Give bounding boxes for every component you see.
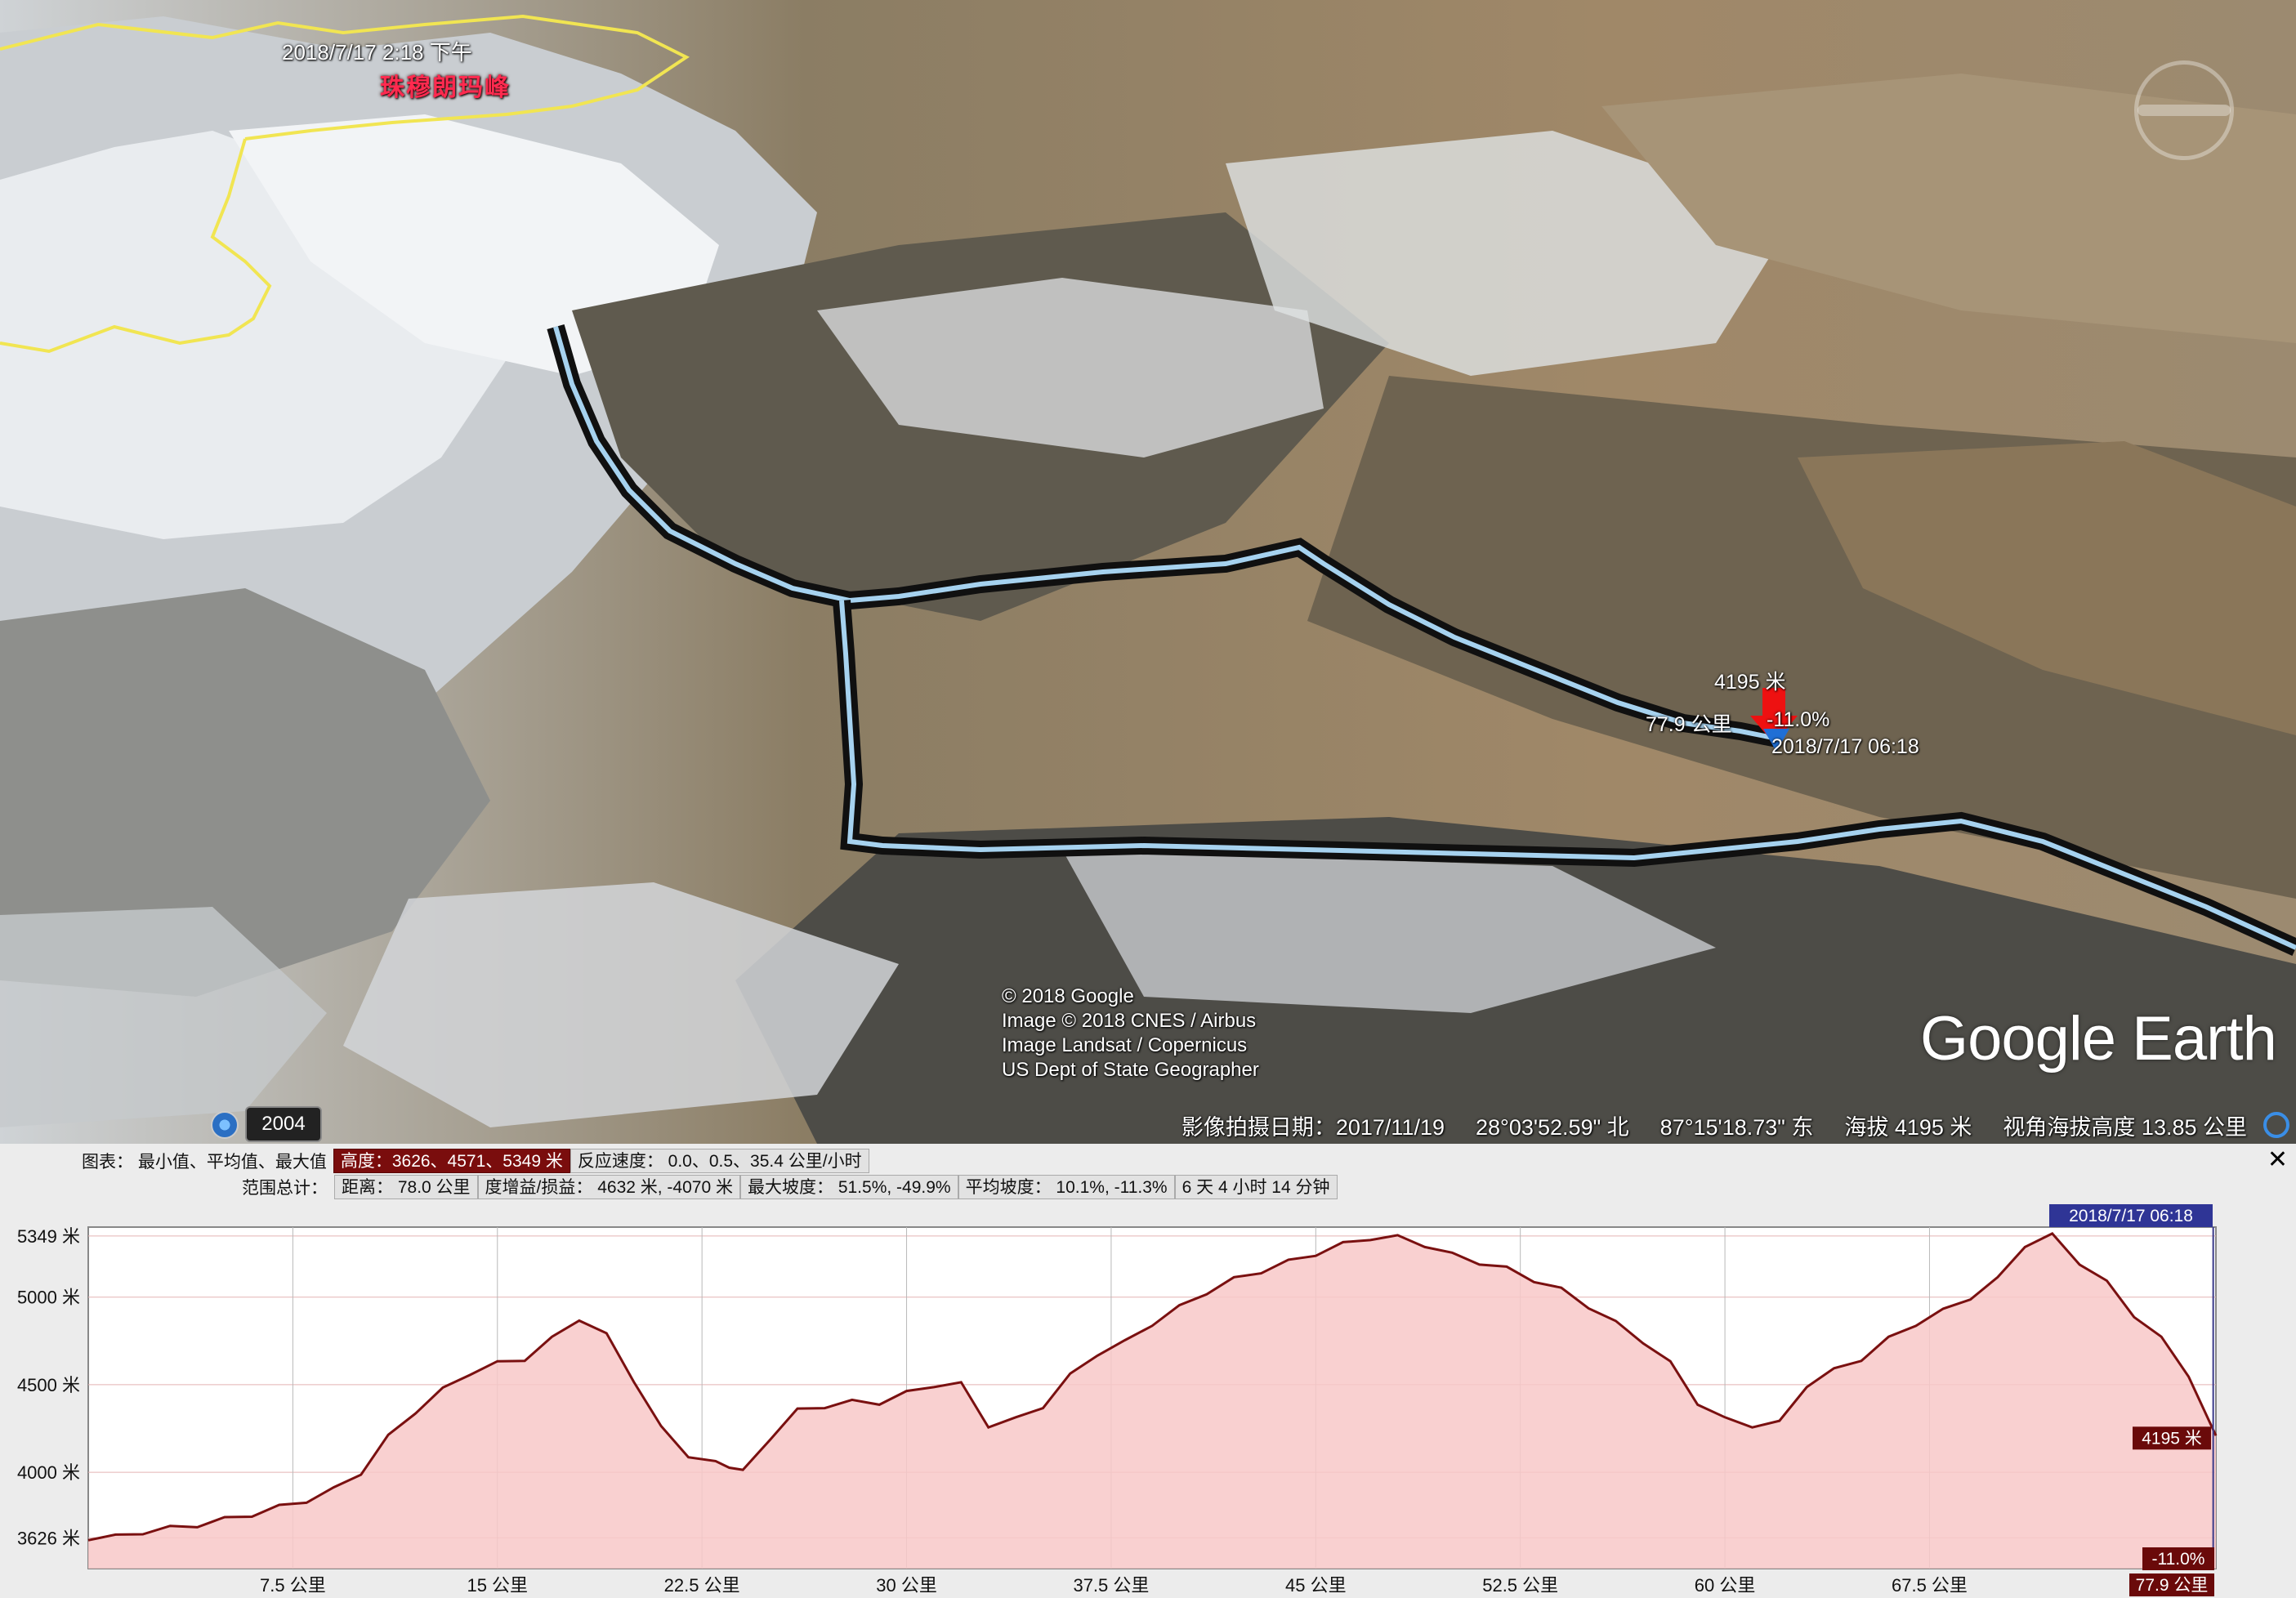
chart-row-label: 图表： 最小值、平均值、最大值: [82, 1153, 327, 1172]
status-icon[interactable]: [2263, 1112, 2289, 1138]
longitude-readout: 87°15'18.73" 东: [1659, 1114, 1814, 1140]
imagery-copyright: © 2018 Google Image © 2018 CNES / Airbus…: [1002, 984, 1259, 1082]
x-tick-label: 22.5 公里: [664, 1575, 740, 1596]
elevation-readout: 海拔 4195 米: [1844, 1114, 1972, 1140]
imagery-date: 影像拍摄日期：2017/11/19: [1181, 1114, 1445, 1140]
close-icon[interactable]: ✕: [2267, 1145, 2288, 1174]
range-totals-row: 范围总计： 距离： 78.0 公里 度增益/损益： 4632 米, -4070 …: [242, 1173, 1338, 1201]
elevation-profile-panel[interactable]: 图表： 最小值、平均值、最大值 高度：3626、4571、5349 米 反应速度…: [0, 1144, 2296, 1598]
x-tick-label: 7.5 公里: [260, 1575, 326, 1596]
avg-slope-cell: 平均坡度： 10.1%, -11.3%: [958, 1175, 1175, 1199]
cursor-grade-text: -11.0%: [2152, 1550, 2205, 1569]
elevation-chart[interactable]: 3626 米 4000 米 4500 米 5000 米 5349 米 7.5 公里 15 …: [0, 1201, 2296, 1598]
placemark-date[interactable]: 2018/7/17 2:18 下午: [282, 36, 472, 66]
copyright-line: US Dept of State Geographer: [1002, 1059, 1259, 1081]
x-tick-label: 67.5 公里: [1892, 1575, 1968, 1596]
peak-label[interactable]: 珠穆朗玛峰: [380, 67, 511, 103]
x-tick-label: 37.5 公里: [1073, 1575, 1149, 1596]
max-slope-cell: 最大坡度： 51.5%, -49.9%: [739, 1175, 958, 1199]
cursor-distance-text: 77.9 公里: [2136, 1576, 2209, 1595]
x-tick-label: 60 公里: [1695, 1575, 1756, 1596]
y-tick-label: 5000 米: [17, 1288, 80, 1308]
latitude-readout: 28°03'52.59" 北: [1476, 1114, 1629, 1140]
eye-altitude-readout: 视角海拔高度 13.85 公里: [2003, 1114, 2247, 1140]
cursor-distance-label: 77.9 公里: [1646, 713, 1732, 736]
google-earth-logo: Google Earth: [1920, 1004, 2277, 1074]
y-axis-labels: 3626 米 4000 米 4500 米 5000 米 5349 米: [17, 1226, 80, 1548]
cursor-elevation-label: 4195 米: [1714, 671, 1786, 694]
cursor-elevation-text: 4195 米: [2142, 1429, 2202, 1448]
range-row-label: 范围总计：: [242, 1179, 328, 1198]
x-tick-label: 52.5 公里: [1482, 1575, 1558, 1596]
cursor-time-label: 2018/7/17 06:18: [1771, 735, 1919, 758]
copyright-line: Image © 2018 CNES / Airbus: [1002, 1010, 1257, 1032]
y-tick-label: 5349 米: [17, 1226, 80, 1247]
x-axis-labels: 7.5 公里 15 公里 22.5 公里 30 公里 37.5 公里 45 公里 52.5 …: [260, 1575, 1968, 1596]
chart-stats-row: 图表： 最小值、平均值、最大值 高度：3626、4571、5349 米 反应速度…: [82, 1147, 869, 1175]
x-tick-label: 15 公里: [467, 1575, 528, 1596]
cursor-time-text: 2018/7/17 06:18: [2069, 1207, 2193, 1225]
terrain-imagery: [0, 0, 2296, 1144]
y-tick-label: 4500 米: [17, 1375, 80, 1395]
speed-stats-cell[interactable]: 反应速度： 0.0、0.5、35.4 公里/小时: [570, 1149, 869, 1173]
copyright-line: © 2018 Google: [1002, 985, 1134, 1007]
x-tick-label: 30 公里: [876, 1575, 937, 1596]
copyright-line: Image Landsat / Copernicus: [1002, 1034, 1248, 1056]
compass-needle-icon: [2137, 105, 2231, 116]
distance-cell: 距离： 78.0 公里: [334, 1175, 478, 1199]
y-tick-label: 4000 米: [17, 1462, 80, 1483]
elevation-stats-cell[interactable]: 高度：3626、4571、5349 米: [333, 1149, 570, 1173]
y-tick-label: 3626 米: [17, 1528, 80, 1548]
cursor-grade-label: -11.0%: [1767, 708, 1830, 731]
x-tick-label: 45 公里: [1285, 1575, 1347, 1596]
gain-loss-cell: 度增益/损益： 4632 米, -4070 米: [477, 1175, 740, 1199]
google-earth-window: 2018/7/17 2:18 下午 珠穆朗玛峰 4195 米 77.9 公里 -…: [0, 0, 2296, 1598]
map-view[interactable]: 2018/7/17 2:18 下午 珠穆朗玛峰 4195 米 77.9 公里 -…: [0, 0, 2296, 1144]
status-bar: 影像拍摄日期：2017/11/19 28°03'52.59" 北 87°15'1…: [0, 1107, 2296, 1143]
duration-cell: 6 天 4 小时 14 分钟: [1174, 1175, 1338, 1199]
